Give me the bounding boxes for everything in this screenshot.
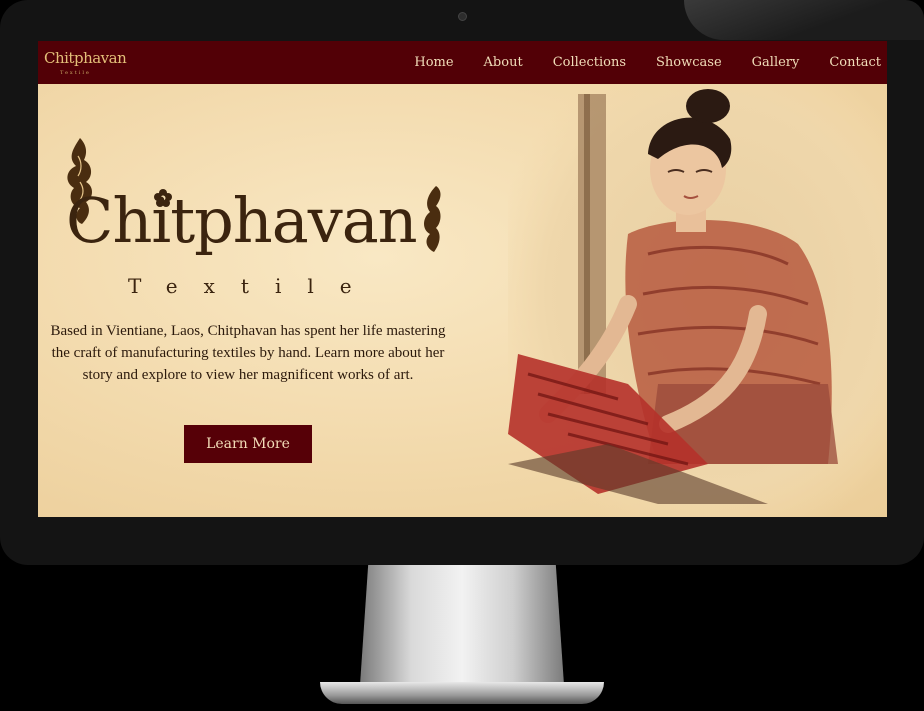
monitor-glare — [684, 0, 924, 40]
nav-showcase[interactable]: Showcase — [656, 55, 722, 70]
brand-subtitle: Textile — [128, 274, 378, 298]
webcam-icon — [458, 12, 467, 21]
nav-gallery[interactable]: Gallery — [752, 55, 800, 70]
monitor-stand-base — [320, 682, 604, 704]
nav-collections[interactable]: Collections — [553, 55, 626, 70]
hero-description: Based in Vientiane, Laos, Chitphavan has… — [50, 323, 446, 383]
brand-title: Chitphavan — [66, 184, 418, 257]
logo-wordmark: Chitphavan — [44, 49, 127, 67]
naga-flourish-right-icon — [424, 186, 441, 252]
website-screen: Chitphavan Textile Home About Collection… — [38, 41, 887, 517]
nav-links: Home About Collections Showcase Gallery … — [384, 41, 881, 84]
nav-contact[interactable]: Contact — [829, 55, 881, 70]
weaver-illustration — [508, 84, 887, 517]
navbar: Chitphavan Textile Home About Collection… — [38, 41, 887, 84]
learn-more-button[interactable]: Learn More — [184, 425, 312, 463]
monitor-stand — [360, 565, 564, 685]
hero-section: Chitphavan Textile Based in Vientiane, L… — [38, 84, 887, 517]
nav-about[interactable]: About — [484, 55, 523, 70]
site-logo[interactable]: Chitphavan Textile — [44, 45, 127, 81]
nav-home[interactable]: Home — [414, 55, 453, 70]
logo-subtitle: Textile — [60, 70, 91, 76]
